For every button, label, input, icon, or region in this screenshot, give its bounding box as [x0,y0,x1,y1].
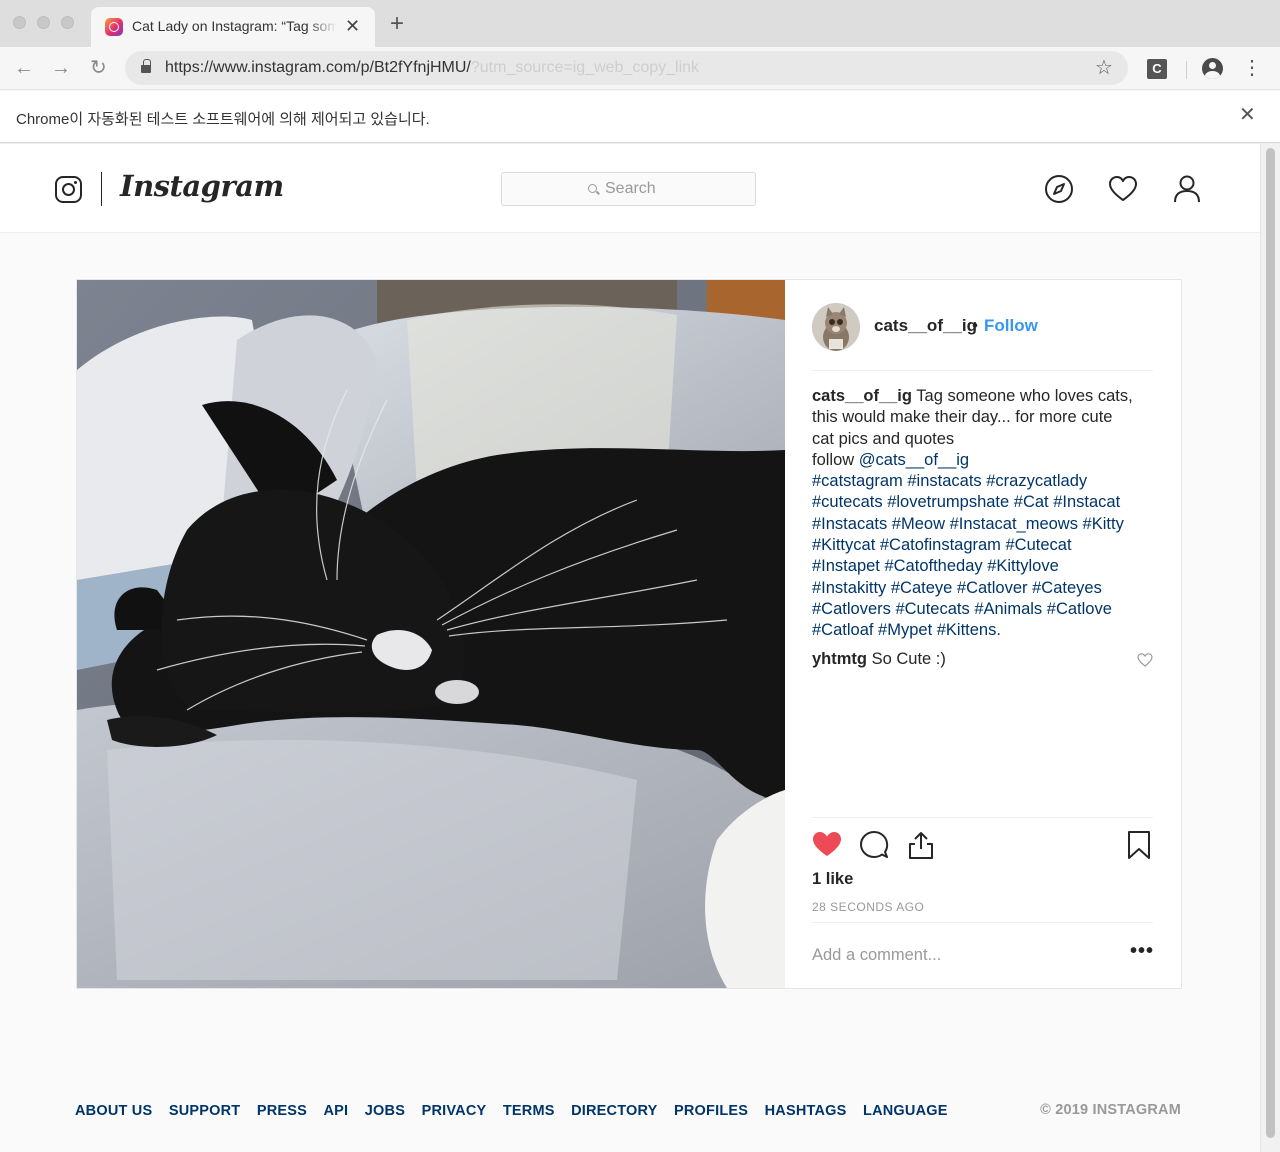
footer-link-about-us[interactable]: ABOUT US [75,1103,152,1119]
browser-tab-bar: Cat Lady on Instagram: “Tag someone who … [0,0,1280,47]
window-close-dot[interactable] [13,16,26,29]
footer-link-directory[interactable]: DIRECTORY [571,1103,657,1119]
scrollbar-thumb[interactable] [1266,148,1275,1138]
likes-count[interactable]: 1 like [812,870,853,889]
hashtag-line[interactable]: #Catloaf #Mypet #Kittens. [812,621,1001,639]
search-icon [588,184,597,193]
extension-icon[interactable]: C [1147,59,1167,79]
footer-link-jobs[interactable]: JOBS [365,1103,405,1119]
like-heart-filled-icon[interactable] [812,830,842,858]
footer-link-api[interactable]: API [324,1103,349,1119]
post-actions: 1 like 28 SECONDS AGO [812,817,1153,917]
footer-link-profiles[interactable]: PROFILES [674,1103,748,1119]
footer-link-press[interactable]: PRESS [257,1103,307,1119]
logo-divider [101,172,102,206]
hashtag-line[interactable]: #Instakitty #Cateye #Catlover #Cateyes [812,579,1102,597]
account-icon[interactable] [1202,58,1223,79]
kitten-avatar-image [812,303,860,351]
back-arrow-icon[interactable]: ← [14,56,34,80]
infobar-text: Chrome이 자동화된 테스트 소프트웨어에 의해 제어되고 있습니다. [16,111,430,128]
hashtag-line[interactable]: #cutecats #lovetrumpshate #Cat #Instacat [812,493,1120,511]
new-tab-icon[interactable]: + [390,12,404,36]
post-details: cats__of__ig • Follow cats__of__ig Tag s… [785,280,1181,988]
address-bar[interactable]: https://www.instagram.com/p/Bt2fYfnjHMU/… [125,51,1128,85]
instagram-logo-icon[interactable] [55,176,82,203]
comment-like-heart-icon[interactable] [1137,652,1153,668]
footer-link-privacy[interactable]: PRIVACY [422,1103,487,1119]
search-placeholder: Search [605,180,656,197]
comment-username[interactable]: yhtmtg [812,650,867,668]
copyright-text: © 2019 INSTAGRAM [1040,1102,1181,1118]
comment-item: yhtmtg So Cute :) [812,650,1132,669]
profile-icon[interactable] [1172,174,1202,204]
compass-icon[interactable] [1044,174,1074,204]
hashtag-line[interactable]: #Catlovers #Cutecats #Animals #Catlove [812,600,1112,618]
post-username[interactable]: cats__of__ig [874,316,977,336]
browser-toolbar: ← → ↻ https://www.instagram.com/p/Bt2fYf… [0,47,1280,90]
footer-link-hashtags[interactable]: HASHTAGS [765,1103,847,1119]
post-caption: cats__of__ig Tag someone who loves cats,… [812,386,1157,642]
heart-icon[interactable] [1108,174,1138,204]
caption-line: Tag someone who loves cats, [916,387,1133,405]
add-comment-row: ••• [812,922,1153,988]
mention-link[interactable]: @cats__of__ig [859,451,969,469]
footer-link-terms[interactable]: TERMS [503,1103,555,1119]
automation-infobar: Chrome이 자동화된 테스트 소프트웨어에 의해 제어되고 있습니다. ✕ [0,91,1280,143]
instagram-favicon-icon [105,18,123,36]
follow-button[interactable]: Follow [984,316,1038,336]
post-timestamp[interactable]: 28 SECONDS AGO [812,900,924,914]
window-zoom-dot[interactable] [61,16,74,29]
footer-link-language[interactable]: LANGUAGE [863,1103,948,1119]
hashtag-line[interactable]: #Instacats #Meow #Instacat_meows #Kitty [812,515,1124,533]
window-minimize-dot[interactable] [37,16,50,29]
search-input[interactable]: Search [501,172,756,206]
post-header: cats__of__ig • Follow [812,301,1153,371]
hashtag-line[interactable]: #catstagram #instacats #crazycatlady [812,472,1087,490]
post-card: cats__of__ig • Follow cats__of__ig Tag s… [76,279,1182,989]
hashtag-line[interactable]: #Kittycat #Catofinstagram #Cutecat [812,536,1072,554]
chrome-menu-icon[interactable]: ⋮ [1242,57,1262,79]
separator-bullet: • [972,316,978,335]
caption-line: follow [812,450,855,469]
lock-icon [141,59,151,74]
cat-photo-image [77,280,785,988]
browser-tab[interactable]: Cat Lady on Instagram: “Tag someone who … [91,7,375,47]
share-icon[interactable] [906,830,936,860]
footer-links: ABOUT US SUPPORT PRESS API JOBS PRIVACY TERMS D… [75,1102,964,1120]
add-comment-input[interactable] [812,946,1112,965]
tab-close-icon[interactable]: ✕ [345,15,360,37]
instagram-header: Instagram Search [0,144,1260,233]
caption-line: cat pics and quotes [812,429,955,448]
comment-icon[interactable] [859,830,889,860]
page-footer: ABOUT US SUPPORT PRESS API JOBS PRIVACY TERMS D… [75,1102,1181,1122]
post-photo[interactable] [77,280,785,988]
caption-line: this would make their day... for more cu… [812,408,1113,427]
caption-username[interactable]: cats__of__ig [812,387,912,405]
url-text[interactable]: https://www.instagram.com/p/Bt2fYfnjHMU/… [165,59,699,77]
bookmark-star-icon[interactable]: ☆ [1095,55,1113,80]
footer-link-support[interactable]: SUPPORT [169,1103,241,1119]
instagram-wordmark[interactable]: Instagram [120,169,284,203]
url-suffix: ?utm_source=ig_web_copy_link [470,59,700,76]
bookmark-icon[interactable] [1126,830,1152,860]
more-options-icon[interactable]: ••• [1130,940,1154,963]
comment-text: So Cute :) [871,650,946,668]
forward-arrow-icon[interactable]: → [51,56,71,80]
page-scrollbar[interactable] [1260,144,1280,1152]
avatar[interactable] [812,303,860,351]
infobar-close-icon[interactable]: ✕ [1239,104,1256,126]
reload-icon[interactable]: ↻ [90,56,107,80]
hashtag-line[interactable]: #Instapet #Catoftheday #Kittylove [812,557,1059,575]
toolbar-separator [1186,61,1187,79]
page-viewport: Instagram Search cats__of__ig • Follow c… [0,144,1260,1152]
tab-title: Cat Lady on Instagram: “Tag someone who … [132,18,337,34]
